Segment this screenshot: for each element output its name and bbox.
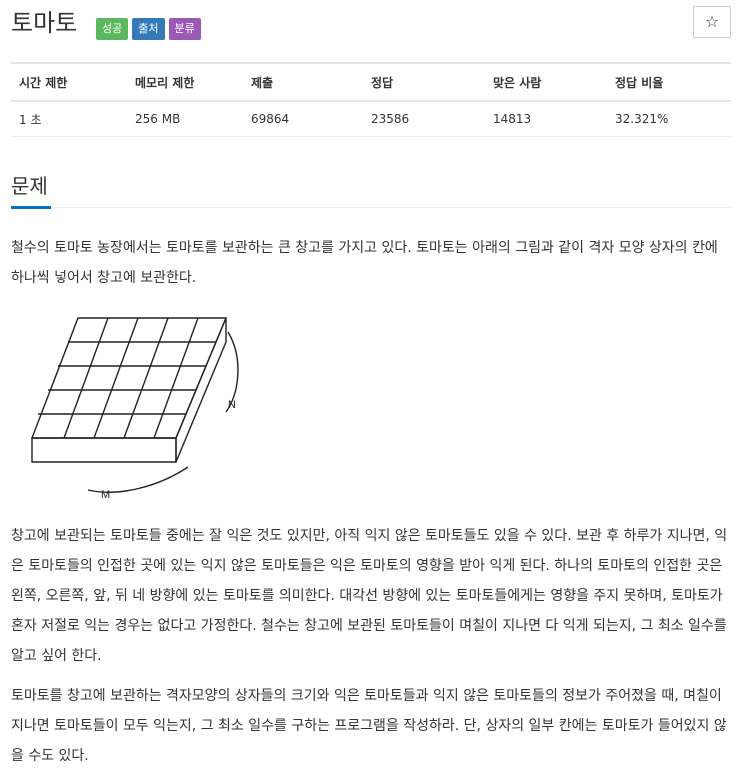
problem-paragraph-task: 토마토를 창고에 보관하는 격자모양의 상자들의 크기와 익은 토마토들과 익지… [11,688,727,764]
section-divider [11,207,731,208]
value-accepted: 23586 [363,101,485,137]
stats-header-row: 시간 제한 메모리 제한 제출 정답 맞은 사람 정답 비율 [11,62,731,102]
value-submissions: 69864 [243,101,363,137]
box-front-face [31,437,177,463]
problem-stats-table: 시간 제한 메모리 제한 제출 정답 맞은 사람 정답 비율 1 초 256 M… [11,62,731,137]
problem-header: 토마토 성공 출처 분류 ☆ [11,0,731,50]
header-time-limit: 시간 제한 [11,62,127,102]
favorite-star-button[interactable]: ☆ [693,6,731,38]
section-accent-bar [11,206,51,209]
header-ratio: 정답 비율 [607,62,731,102]
value-time-limit: 1 초 [11,101,127,137]
badge-group: 성공 출처 분류 [96,18,201,40]
header-submissions: 제출 [243,62,363,102]
header-memory-limit: 메모리 제한 [127,62,243,102]
tomato-box-diagram: N M [30,317,239,501]
value-memory-limit: 256 MB [127,101,243,137]
stats-value-row: 1 초 256 MB 69864 23586 14813 32.321% [11,101,731,137]
section-title-problem: 문제 [11,174,48,198]
badge-category[interactable]: 분류 [168,18,201,40]
box-top-outline [30,317,228,439]
header-solvers: 맞은 사람 [485,62,607,102]
value-solvers: 14813 [485,101,607,137]
badge-success[interactable]: 성공 [96,18,129,40]
badge-source[interactable]: 출처 [132,18,165,40]
value-ratio: 32.321% [607,101,731,137]
label-n: N [228,399,236,411]
header-accepted: 정답 [363,62,485,102]
label-m: M [101,489,110,501]
page-title: 토마토 [11,9,78,37]
problem-paragraph-rules: 창고에 보관되는 토마토들 중에는 잘 익은 것도 있지만, 아직 익지 않은 … [11,528,728,664]
problem-paragraph-intro: 철수의 토마토 농장에서는 토마토를 보관하는 큰 창고를 가지고 있다. 토마… [11,240,718,286]
